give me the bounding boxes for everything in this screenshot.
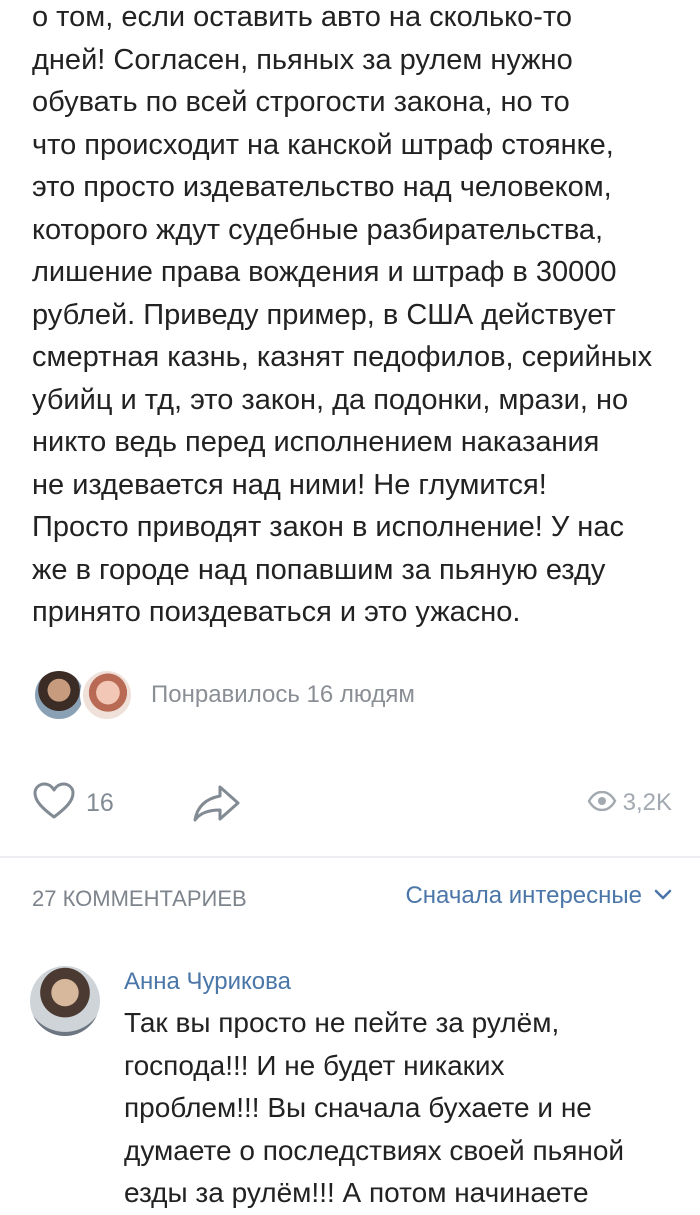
like-button[interactable]: 16: [32, 778, 114, 828]
like-count: 16: [86, 788, 114, 817]
post-text-line: не издевается над ними! Не глумится!: [32, 468, 547, 501]
post-text-line: убийц и тд, это закон, да подонки, мрази…: [32, 383, 629, 416]
likes-summary-label[interactable]: Понравилось 16 людям: [151, 681, 415, 709]
share-arrow-icon: [192, 785, 242, 828]
views-counter: 3,2K: [587, 778, 672, 828]
post-text-line: рублей. Приведу пример, в США действует: [32, 298, 616, 331]
comment-text-line: думаете о последствиях своей пьяной: [124, 1134, 625, 1166]
chevron-down-icon: [654, 888, 672, 906]
post-text-line: Просто приводят закон в исполнение! У на…: [32, 511, 624, 543]
post-text-line: которого ждут судебные разбирательства,: [32, 213, 604, 246]
post-text-line: что происходит на канской штраф стоянке,: [32, 128, 614, 161]
post-text-line: дней! Согласен, пьяных за рулем нужно: [32, 43, 573, 76]
comment-text-line: езды за рулём!!! А потом начинаете: [124, 1177, 589, 1208]
heart-icon: [32, 781, 76, 826]
post-text-line: лишение права вождения и штраф в 30000: [32, 256, 617, 288]
comment-text: Так вы просто не пейте за рулём, господа…: [124, 1002, 684, 1215]
comments-count-label: 27 КОММЕНТАРИЕВ: [32, 886, 247, 911]
section-divider: [0, 856, 700, 858]
post-text-line: никто ведь перед исполнением наказания: [32, 426, 600, 458]
eye-icon: [587, 790, 617, 816]
avatar[interactable]: [30, 966, 100, 1036]
views-count: 3,2K: [622, 789, 672, 816]
comment-author[interactable]: Анна Чурикова: [124, 968, 291, 996]
post-text: о том, если оставить авто на сколько-то …: [32, 0, 692, 634]
liker-avatar[interactable]: [80, 668, 134, 722]
post-actions-bar: 16 3,2K: [32, 778, 672, 828]
share-button[interactable]: [192, 782, 242, 829]
comment-text-line: Так вы просто не пейте за рулём,: [124, 1007, 560, 1038]
post-text-line: принято поиздеваться и это ужасно.: [32, 596, 521, 628]
comments-sort-dropdown[interactable]: Сначала интересные: [405, 882, 672, 910]
post-text-line: же в городе над попавшим за пьяную езду: [32, 553, 606, 586]
likers-summary[interactable]: Понравилось 16 людям: [32, 666, 415, 724]
comment-text-line: господа!!! И не будет никаких: [124, 1049, 505, 1081]
liker-avatar[interactable]: [32, 668, 86, 722]
post-text-line: о том, если оставить авто на сколько-то: [32, 1, 573, 33]
sort-label: Сначала интересные: [405, 882, 642, 909]
comments-header: 27 КОММЕНТАРИЕВ Сначала интересные: [32, 880, 672, 920]
post-text-line: обувать по всей строгости закона, но то: [32, 86, 570, 118]
post-text-line: смертная казнь, казнят педофилов, серийн…: [32, 341, 653, 373]
comment-text-line: проблем!!! Вы сначала бухаете и не: [124, 1092, 592, 1123]
post-text-line: это просто издевательство над человеком,: [32, 171, 612, 203]
